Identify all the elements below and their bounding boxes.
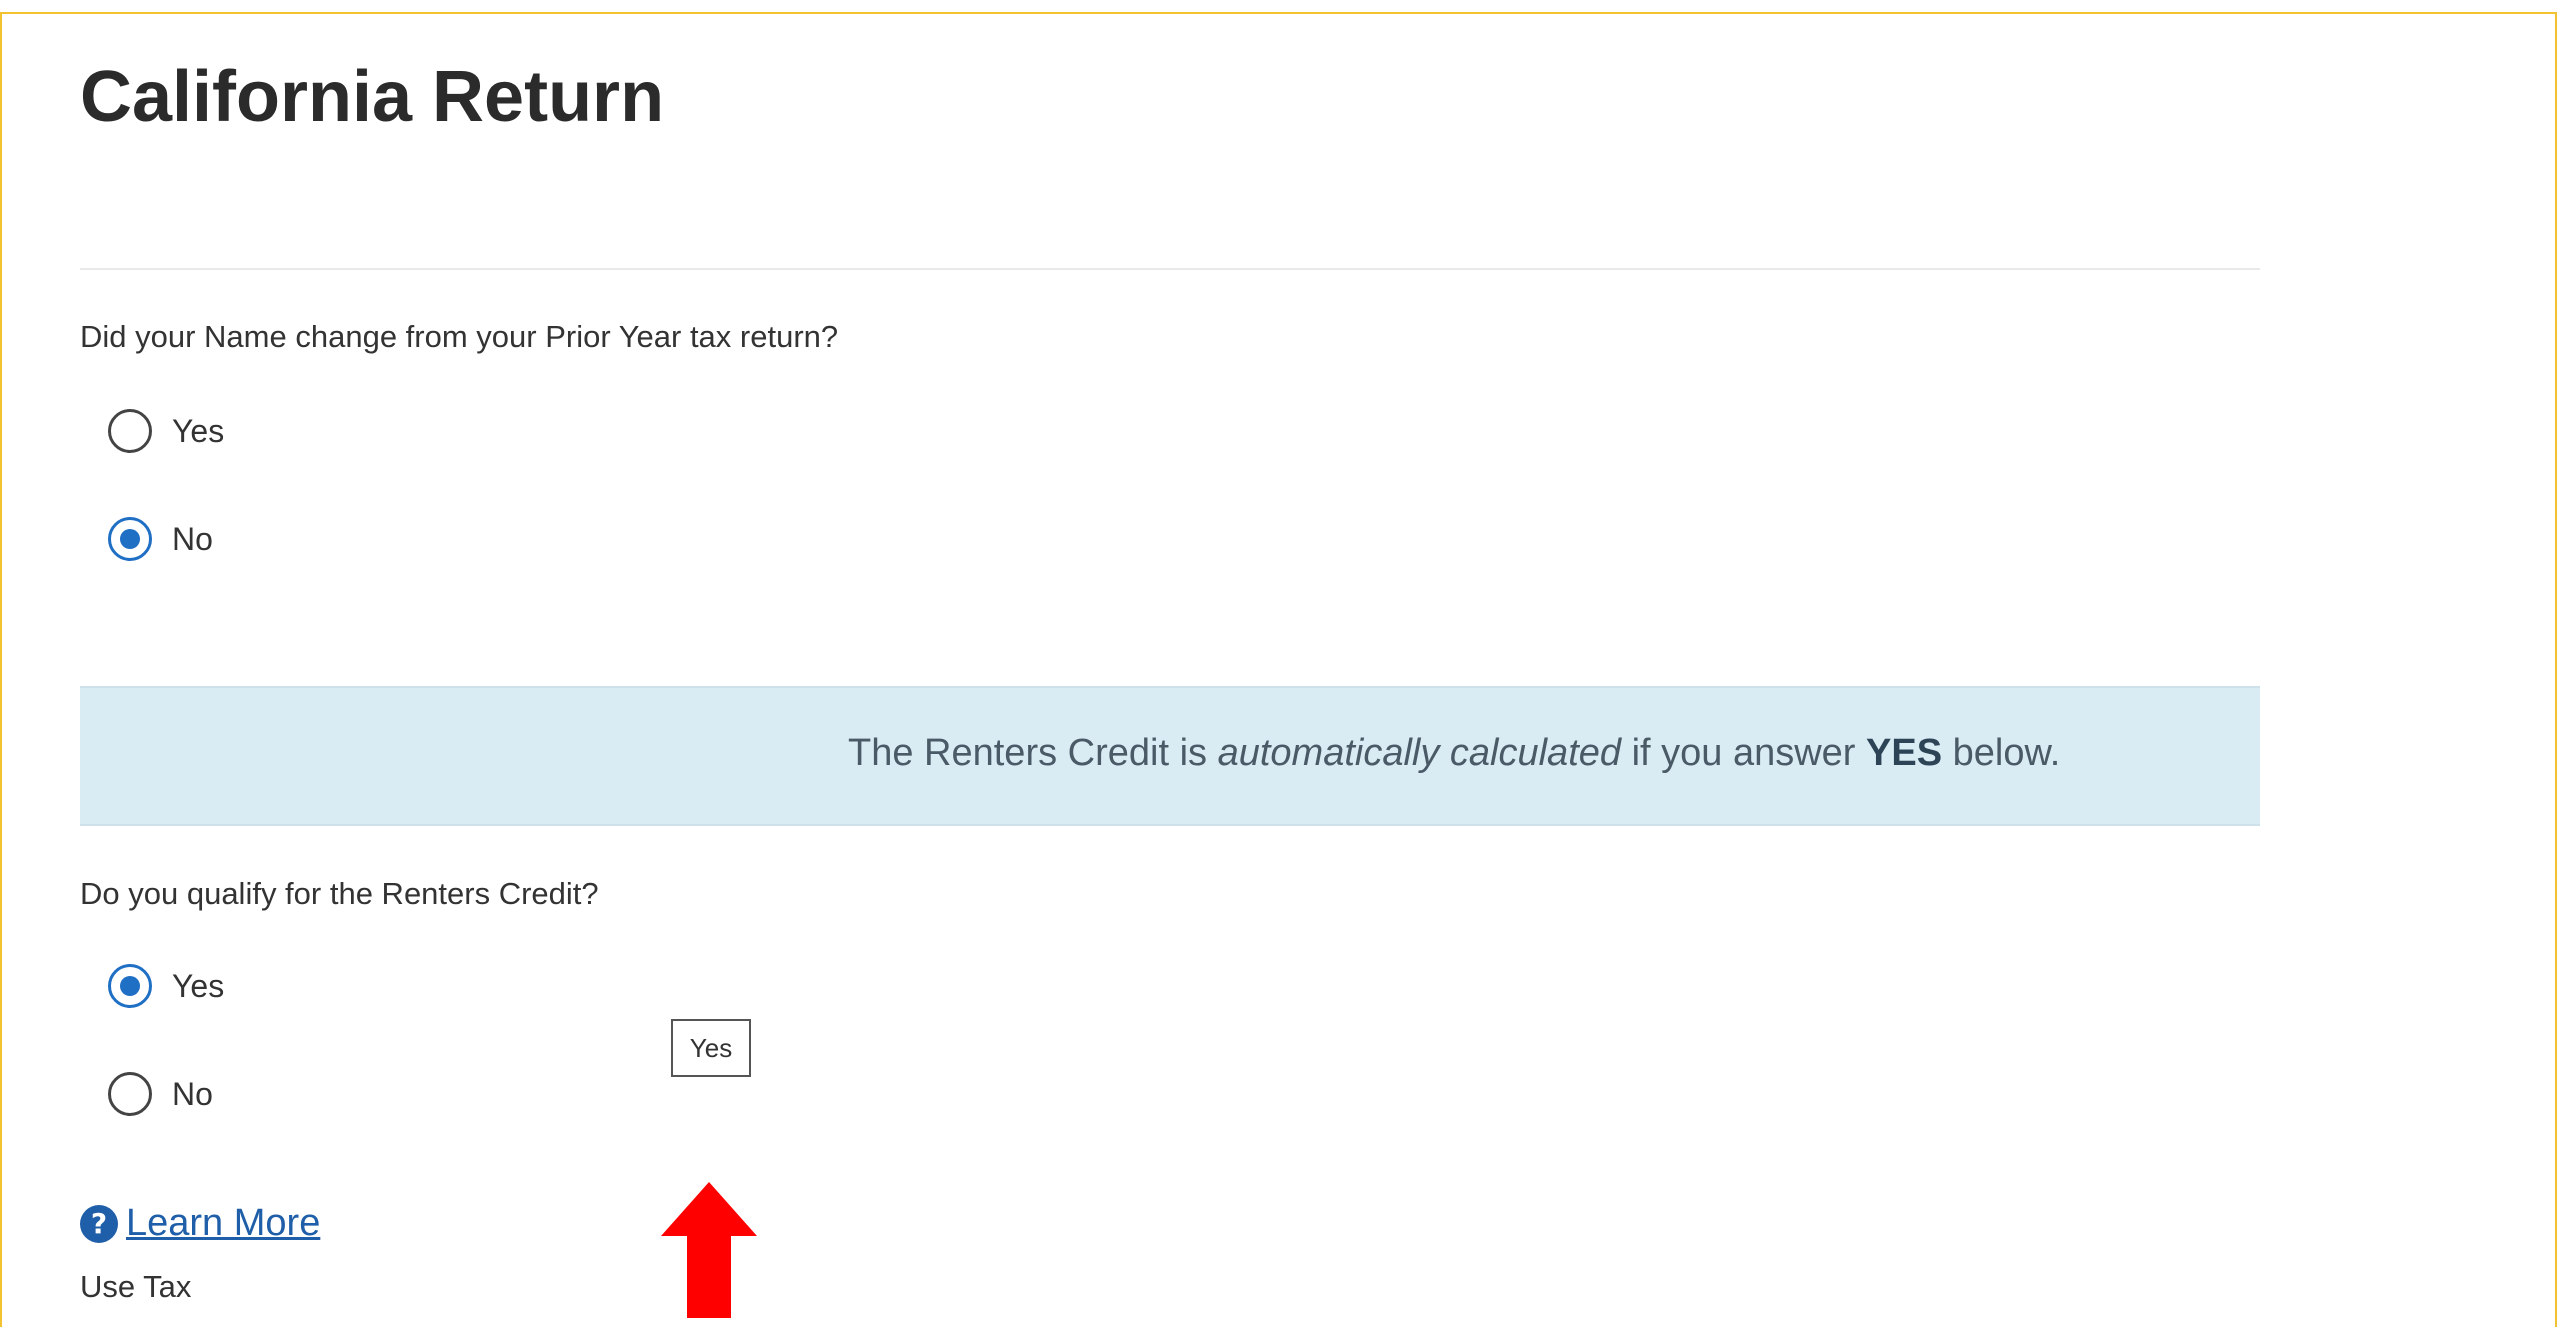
renters-credit-info-banner: The Renters Credit is automatically calc… [80,686,2260,826]
name-change-yes-radio[interactable]: Yes [108,406,224,456]
page-frame: California Return Did your Name change f… [0,12,2557,1327]
learn-more-label[interactable]: Learn More [126,1202,320,1245]
title-divider [80,268,2260,270]
radio-label: No [172,520,213,557]
red-up-arrow-icon [661,1182,757,1318]
radio-checked-icon[interactable] [108,517,152,561]
radio-checked-icon[interactable] [108,964,152,1008]
name-change-question: Did your Name change from your Prior Yea… [80,319,839,354]
use-tax-label: Use Tax [80,1269,192,1304]
name-change-no-radio[interactable]: No [108,514,213,564]
banner-text-strong: YES [1866,732,1943,774]
radio-label: Yes [172,412,225,449]
banner-text: The Renters Credit is automatically calc… [848,732,2060,775]
page-title: California Return [80,57,665,137]
renters-credit-no-radio[interactable]: No [108,1069,213,1119]
radio-unchecked-icon[interactable] [108,1072,152,1116]
banner-text-prefix: The Renters Credit is [848,732,1218,774]
radio-unchecked-icon[interactable] [108,409,152,453]
banner-text-middle: if you answer [1621,732,1867,774]
banner-text-emphasis: automatically calculated [1217,732,1622,774]
learn-more-link[interactable]: ? Learn More [80,1202,320,1245]
question-circle-icon: ? [80,1204,118,1243]
banner-text-suffix: below. [1942,732,2061,774]
radio-label: Yes [172,967,225,1004]
radio-label: No [172,1075,213,1112]
renters-credit-question: Do you qualify for the Renters Credit? [80,876,599,911]
yes-tooltip: Yes [671,1019,751,1077]
renters-credit-yes-radio[interactable]: Yes [108,961,224,1011]
